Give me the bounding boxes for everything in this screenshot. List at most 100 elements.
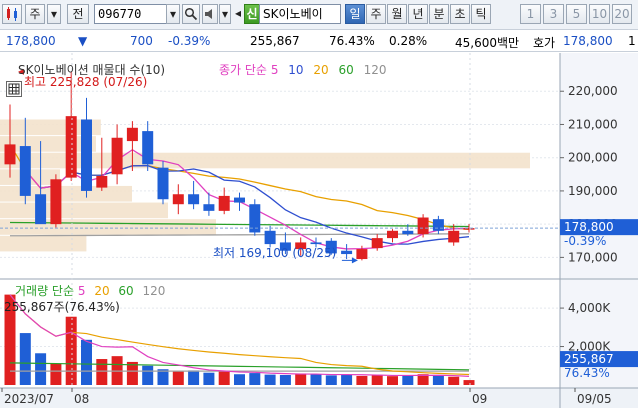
volume-bar: [249, 373, 261, 385]
period-tab-2[interactable]: 월: [387, 4, 407, 24]
volume-bar: [218, 371, 230, 385]
chart-svg[interactable]: 220,000210,000200,000190,000180,000170,0…: [0, 53, 638, 408]
candle-body: [172, 194, 184, 205]
type-dropdown-icon[interactable]: ▾: [47, 4, 61, 24]
bid-price: 178,800: [563, 34, 613, 48]
volume-ratio: 76.43%: [329, 34, 375, 48]
current-price-label: 178,800: [564, 220, 614, 234]
candle-body: [341, 250, 353, 255]
candle-body: [19, 146, 31, 196]
volume-bar: [387, 376, 398, 385]
period-select[interactable]: 전: [67, 4, 89, 24]
period-select-label: 전: [72, 7, 84, 21]
price-tick-label: 220,000: [568, 84, 618, 98]
volume-bar: [325, 375, 337, 385]
chart-area: 220,000210,000200,000190,000180,000170,0…: [0, 53, 638, 408]
volume-bar: [356, 375, 368, 385]
volume-profile-bar: [0, 202, 168, 219]
candle-body: [4, 144, 16, 165]
price-tick-label: 190,000: [568, 184, 618, 198]
interval-tab-3[interactable]: 3: [543, 4, 564, 24]
ma5-label: 5: [270, 63, 279, 77]
price-tick-label: 210,000: [568, 117, 618, 131]
price-tick-label: 200,000: [568, 151, 618, 165]
volume-bar: [81, 339, 92, 385]
candle-body: [218, 195, 230, 211]
volume-tick-label: 4,000K: [568, 301, 611, 315]
candle-body: [81, 119, 92, 191]
trade-volume: 255,867: [250, 34, 300, 48]
quote-bar: 178,800 ▼ 700 -0.39% 255,867 76.43% 0.28…: [0, 30, 638, 52]
period-tab-5[interactable]: 초: [450, 4, 470, 24]
candle-body: [35, 194, 47, 225]
down-arrow-icon: ▼: [78, 34, 88, 48]
x-axis-label: 08: [74, 392, 89, 406]
speaker-dropdown-icon[interactable]: ▾: [219, 4, 231, 24]
x-axis-label: 09: [472, 392, 487, 406]
candle-body: [448, 230, 460, 243]
volume-bar: [279, 375, 291, 385]
candle-body: [371, 238, 383, 249]
ma-close-label: 종가 단순: [219, 63, 267, 77]
period-tab-0[interactable]: 일: [345, 4, 365, 24]
volume-bar: [142, 365, 154, 385]
type-select[interactable]: 주: [25, 4, 45, 24]
interval-tab-5[interactable]: 5: [566, 4, 587, 24]
volume-bar: [19, 333, 31, 385]
candle-body: [157, 167, 169, 200]
interval-tab-10[interactable]: 10: [589, 4, 610, 24]
stock-name-field: SK이노베이: [259, 4, 341, 24]
interval-tab-20[interactable]: 20: [612, 4, 632, 24]
volume-profile-bar: [0, 219, 216, 235]
volume-info: 255,867주(76.43%): [4, 300, 120, 314]
type-select-label: 주: [29, 7, 41, 21]
price-change-pct: -0.39%: [168, 34, 211, 48]
candle-body: [387, 230, 398, 239]
chart-type-icon[interactable]: [2, 4, 22, 24]
x-axis-bg: [0, 388, 638, 408]
vol-ma20-label: 20: [94, 284, 110, 298]
vol-ma120-label: 120: [142, 284, 166, 298]
candle-body: [356, 249, 368, 260]
ma10-label: 10: [288, 63, 304, 77]
period-tab-1[interactable]: 주: [366, 4, 386, 24]
stock-code-input[interactable]: 096770: [94, 4, 168, 24]
volume-legend: 거래량 단순 5 20 60 120: [15, 282, 165, 299]
candle-body: [417, 217, 429, 235]
table-icon[interactable]: [6, 81, 22, 97]
volume-bar: [35, 353, 47, 385]
candle-body: [96, 175, 108, 188]
candle-body: [234, 197, 245, 203]
period-tab-6[interactable]: 틱: [471, 4, 491, 24]
volume-bar: [448, 376, 460, 385]
search-icon[interactable]: [182, 4, 200, 24]
candle-body: [50, 179, 62, 225]
vol-ma60-label: 60: [118, 284, 134, 298]
volume-profile-bar: [0, 152, 530, 169]
speaker-icon[interactable]: [202, 4, 218, 24]
price-tick-label: 170,000: [568, 250, 618, 264]
candle-body: [188, 194, 200, 205]
volume-bar: [50, 363, 62, 385]
new-badge: 신: [244, 4, 260, 24]
period-tab-3[interactable]: 년: [408, 4, 428, 24]
candle-body: [126, 127, 138, 142]
current-change-label: -0.39%: [564, 234, 606, 248]
volume-legend-label: 거래량 단순: [15, 284, 75, 298]
volume-bar: [295, 373, 307, 385]
prev-icon[interactable]: ◂: [233, 4, 243, 24]
code-dropdown-icon[interactable]: ▾: [166, 4, 180, 24]
volume-bar: [203, 372, 215, 385]
current-volume-ratio: 76.43%: [564, 366, 610, 380]
volume-bar: [234, 374, 245, 385]
x-axis-label: 2023/07: [4, 392, 54, 406]
interval-tab-1[interactable]: 1: [520, 4, 541, 24]
candle-body: [203, 204, 215, 211]
current-volume-label: 255,867: [564, 352, 614, 366]
vol-ma5-label: 5: [77, 284, 86, 298]
ma60-label: 60: [338, 63, 354, 77]
volume-bar: [463, 380, 475, 385]
volume-bar: [188, 370, 200, 385]
volume-bar: [310, 374, 322, 385]
period-tab-4[interactable]: 분: [429, 4, 449, 24]
